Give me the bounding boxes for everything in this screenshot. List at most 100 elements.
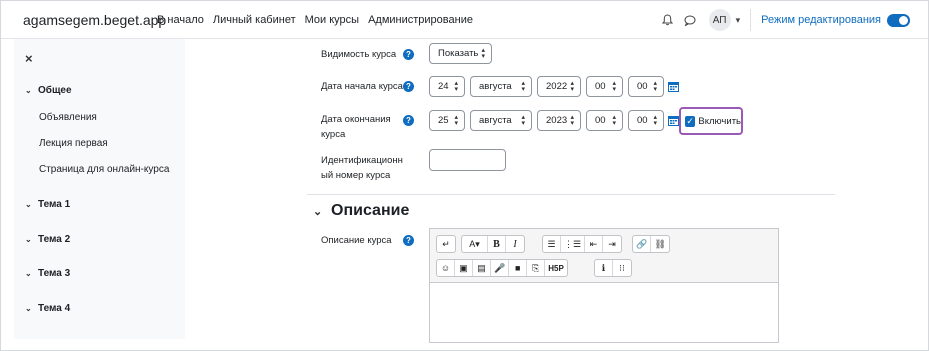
help-icon[interactable]: ? [403,235,414,246]
idnumber-label-line2: ый номер курса [321,170,391,181]
select-arrows-icon: ▴ ▾ [653,80,657,93]
end-minute-select[interactable]: 00 ▴ ▾ [628,110,664,131]
toolbar-group-links: 🔗 ⛓ [632,235,671,253]
select-arrows-icon: ▴ ▾ [454,114,458,127]
select-arrows-icon: ▴ ▾ [521,80,525,93]
toolbar-group-media: ☺ ▣ ▤ 🎤 ■ ⎘ H5P [436,259,568,277]
description-section-header[interactable]: ⌄ Описание [313,202,409,220]
sidebar-section-topic-4[interactable]: ⌄ Тема 4 [25,303,70,314]
emoji-icon[interactable]: ☺ [437,260,455,276]
sidebar-item-announcements[interactable]: Объявления [39,112,97,123]
edit-mode-label: Режим редактирования [761,14,881,26]
accessibility-checker-icon[interactable]: ℹ [595,260,613,276]
site-brand[interactable]: agamsegem.beget.app [23,12,166,28]
select-arrows-icon: ▴ ▾ [481,47,485,60]
description-label: Описание курса [321,235,392,246]
start-day-select[interactable]: 24 ▴ ▾ [429,76,465,97]
media-icon[interactable]: ▤ [473,260,491,276]
sidebar-section-label: Тема 1 [38,199,71,210]
nav-home-link[interactable]: В начало [157,14,204,26]
sidebar-section-topic-3[interactable]: ⌄ Тема 3 [25,268,70,279]
end-month-value: августа [479,115,512,126]
collapse-toolbar-icon[interactable]: ↵ [437,236,455,252]
select-arrows-icon: ▴ ▾ [612,80,616,93]
end-date-label-line2: курса [321,129,346,140]
chevron-down-icon: ⌄ [25,235,32,244]
chevron-down-icon[interactable]: ▾ [736,15,741,26]
nav-dashboard-link[interactable]: Личный кабинет [213,14,296,26]
outdent-icon[interactable]: ⇤ [585,236,604,252]
navbar-divider [750,9,752,31]
start-day-value: 24 [438,81,449,92]
end-date-label: Дата окончания курса [321,112,391,142]
nav-my-courses-link[interactable]: Мои курсы [305,14,359,26]
sidebar-item-online-page[interactable]: Страница для онлайн-курса [39,164,169,175]
calendar-icon[interactable] [668,81,679,92]
calendar-icon[interactable] [668,115,679,126]
end-hour-value: 00 [595,115,606,126]
visibility-label: Видимость курса [321,49,397,60]
toolbar-group-lists: ☰ ⋮☰ ⇤ ⇥ [542,235,623,253]
manage-files-icon[interactable]: ⎘ [527,260,546,276]
edit-mode-toggle[interactable] [887,13,910,27]
image-icon[interactable]: ▣ [455,260,473,276]
end-day-select[interactable]: 25 ▴ ▾ [429,110,465,131]
start-year-value: 2022 [546,81,568,92]
nav-admin-link[interactable]: Администрирование [368,14,473,26]
idnumber-input[interactable] [429,149,506,171]
toolbar-group-extra: ℹ ⁝⁝ [594,259,632,277]
navbar-right: АП ▾ Режим редактирования [657,9,910,31]
chevron-down-icon: ⌄ [25,200,32,209]
italic-icon[interactable]: I [506,236,524,252]
sidebar-section-label: Общее [38,85,72,96]
start-minute-select[interactable]: 00 ▴ ▾ [628,76,664,97]
close-icon[interactable]: × [25,51,33,66]
bell-icon[interactable] [657,9,679,31]
help-icon[interactable]: ? [403,49,414,60]
numbered-list-icon[interactable]: ⋮☰ [561,236,586,252]
browser-frame: agamsegem.beget.app В начало Личный каби… [0,0,929,351]
primary-nav: В начало Личный кабинет Мои курсы Админи… [157,14,473,26]
start-hour-select[interactable]: 00 ▴ ▾ [586,76,623,97]
sidebar-section-label: Тема 3 [38,268,71,279]
chevron-down-icon: ⌄ [25,269,32,278]
rich-text-editor[interactable]: ↵ A▾ B I ☰ ⋮☰ ⇤ ⇥ 🔗 ⛓ ☺ ▣ ▤ 🎤 ■ ⎘ H5P ℹ … [429,228,779,343]
help-icon[interactable]: ? [403,81,414,92]
more-icon[interactable]: ⁝⁝ [613,260,631,276]
bullet-list-icon[interactable]: ☰ [543,236,561,252]
idnumber-label-line1: Идентификационн [321,155,403,166]
start-year-select[interactable]: 2022 ▴ ▾ [537,76,581,97]
chat-bubble-icon[interactable] [679,9,701,31]
h5p-icon[interactable]: H5P [545,260,567,276]
end-minute-value: 00 [637,115,648,126]
record-audio-icon[interactable]: 🎤 [491,260,510,276]
help-icon[interactable]: ? [403,115,414,126]
start-month-select[interactable]: августа ▴ ▾ [470,76,532,97]
visibility-select[interactable]: Показать ▴ ▾ [429,43,492,64]
record-video-icon[interactable]: ■ [509,260,528,276]
course-settings-form: Видимость курса ? Показать ▴ ▾ Дата начал… [185,39,928,343]
indent-icon[interactable]: ⇥ [603,236,621,252]
toolbar-group-collapse: ↵ [436,235,456,253]
sidebar-section-label: Тема 4 [38,303,71,314]
unlink-icon[interactable]: ⛓ [651,236,669,252]
top-navbar: agamsegem.beget.app В начало Личный каби… [1,1,928,39]
sidebar-section-general[interactable]: ⌄ Общее [25,85,72,96]
editor-content-area[interactable] [430,283,778,343]
end-date-enable-checkbox[interactable]: ✓ Включить [679,107,743,135]
end-day-value: 25 [438,115,449,126]
chevron-down-icon: ⌄ [25,86,32,95]
sidebar-section-topic-1[interactable]: ⌄ Тема 1 [25,199,70,210]
user-avatar[interactable]: АП [708,9,731,31]
sidebar-item-lecture[interactable]: Лекция первая [39,138,108,149]
end-year-select[interactable]: 2023 ▴ ▾ [537,110,581,131]
sidebar-section-topic-2[interactable]: ⌄ Тема 2 [25,234,70,245]
bold-icon[interactable]: B [488,236,506,252]
description-section-title: Описание [331,202,410,219]
chevron-down-icon: ⌄ [25,304,32,313]
start-month-value: августа [479,81,512,92]
end-hour-select[interactable]: 00 ▴ ▾ [586,110,623,131]
paragraph-style-icon[interactable]: A▾ [462,236,488,252]
end-month-select[interactable]: августа ▴ ▾ [470,110,532,131]
link-icon[interactable]: 🔗 [633,236,652,252]
